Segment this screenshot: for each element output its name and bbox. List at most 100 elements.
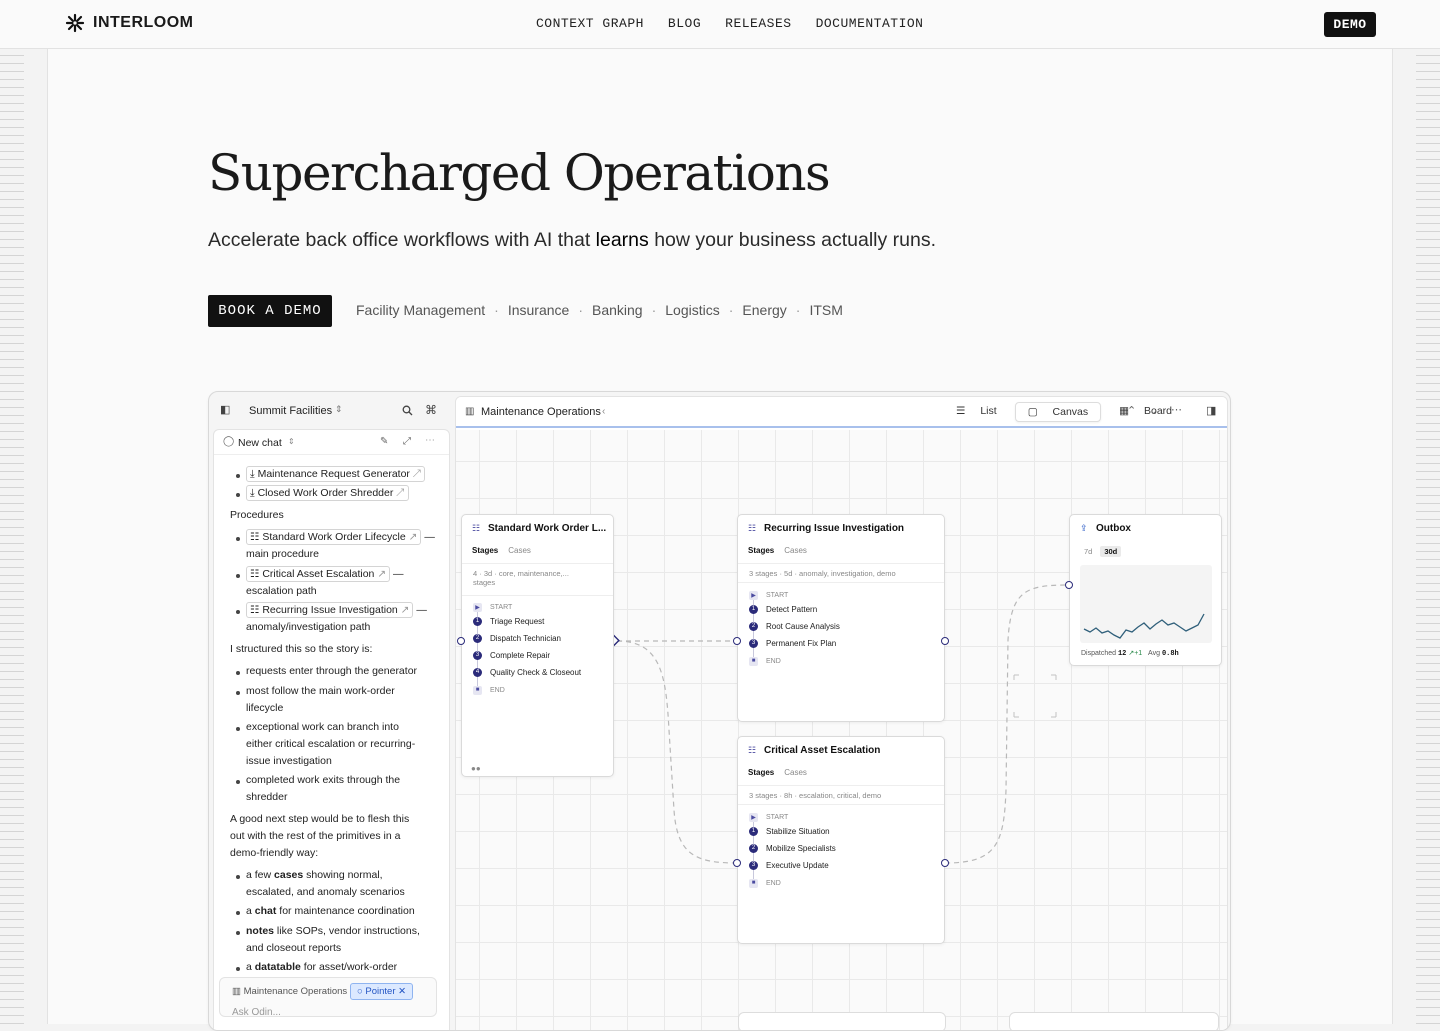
port-standard-in[interactable] bbox=[457, 637, 465, 645]
more-icon[interactable]: ⋯ bbox=[425, 436, 435, 446]
stage-item[interactable]: 3 Complete Repair bbox=[473, 649, 550, 661]
tab-stages[interactable]: Stages bbox=[748, 546, 774, 555]
brand-logo[interactable]: INTERLOOM bbox=[65, 13, 194, 33]
node-tabs: Stages Cases bbox=[748, 546, 807, 555]
node-meta: 3 stages · 5d · anomaly, investigation, … bbox=[738, 563, 944, 583]
tab-list[interactable]: ☰ List bbox=[944, 402, 1009, 422]
bullet bbox=[236, 671, 240, 675]
port-recurring-out[interactable] bbox=[941, 637, 949, 645]
chevron-up-icon[interactable]: ⌃ bbox=[1127, 406, 1136, 417]
workspace-bar: ◧ Summit Facilities ⇕ ⌘ bbox=[209, 392, 453, 430]
pointer-chip[interactable]: ○ Pointer ✕ bbox=[350, 983, 414, 1000]
tab-stages[interactable]: Stages bbox=[748, 768, 774, 777]
port-recurring-in[interactable] bbox=[733, 637, 741, 645]
stage-item[interactable]: 2 Root Cause Analysis bbox=[749, 620, 840, 632]
external-link-icon: ↗ bbox=[412, 468, 422, 480]
chat-composer[interactable]: ▥ Maintenance Operations ○ Pointer ✕ Ask… bbox=[219, 977, 437, 1018]
canvas-toolbar[interactable] bbox=[738, 1012, 946, 1030]
industry-item: Insurance bbox=[507, 302, 570, 318]
workflow-canvas[interactable]: ☷ Standard Work Order L... Stages Cases 4… bbox=[456, 430, 1227, 1030]
separator-dot: · bbox=[651, 302, 657, 318]
duration: 5d bbox=[784, 569, 793, 578]
dispatched-label: Dispatched bbox=[1081, 650, 1117, 657]
stage-item[interactable]: 1 Detect Pattern bbox=[749, 603, 817, 615]
more-icon[interactable]: ⋯ bbox=[1171, 405, 1182, 416]
node-title: Outbox bbox=[1096, 523, 1131, 534]
range-toggle: 7d 30d bbox=[1080, 546, 1122, 557]
bullet bbox=[236, 931, 240, 935]
stage-label: END bbox=[490, 686, 505, 694]
hero-subtitle: Accelerate back office workflows with AI… bbox=[208, 229, 936, 252]
text: showing normal, bbox=[303, 869, 383, 881]
avatars-icon: ●● bbox=[471, 764, 481, 773]
tab-cases[interactable]: Cases bbox=[508, 546, 531, 555]
story-item-cont: issue investigation bbox=[246, 755, 332, 767]
stage-item[interactable]: 1 Triage Request bbox=[473, 615, 544, 627]
nav-link-releases[interactable]: RELEASES bbox=[725, 16, 791, 31]
procedure-chip[interactable]: ☷ Recurring Issue Investigation ↗ bbox=[246, 602, 414, 618]
chevron-left-icon[interactable]: ‹ bbox=[602, 407, 605, 417]
range-30d[interactable]: 30d bbox=[1100, 546, 1122, 557]
range-7d[interactable]: 7d bbox=[1080, 546, 1096, 557]
node-standard-work-order[interactable]: ☷ Standard Work Order L... Stages Cases 4… bbox=[461, 514, 614, 777]
nav-link-blog[interactable]: BLOG bbox=[668, 16, 701, 31]
procedure-chip[interactable]: ☷ Critical Asset Escalation ↗ bbox=[246, 566, 391, 582]
external-link-icon: ↗ bbox=[400, 604, 410, 616]
stage-item[interactable]: 1 Stabilize Situation bbox=[749, 825, 830, 837]
chat-paragraph: A good next step would be to flesh this bbox=[230, 813, 410, 825]
tab-stages[interactable]: Stages bbox=[472, 546, 498, 555]
generator-chip[interactable]: ⤓ Maintenance Request Generator ↗ bbox=[246, 466, 426, 482]
chevron-updown-icon[interactable]: ⇕ bbox=[335, 405, 343, 414]
shredder-chip[interactable]: ⤓ Closed Work Order Shredder ↗ bbox=[246, 485, 409, 501]
next-item: a datatable for asset/work-order bbox=[246, 959, 397, 976]
composer-placeholder[interactable]: Ask Odin... bbox=[232, 1007, 281, 1018]
stage-count: 3 stages bbox=[749, 791, 778, 800]
stage-label: START bbox=[766, 591, 789, 599]
board-title[interactable]: Maintenance Operations bbox=[481, 406, 601, 418]
tab-label: Canvas bbox=[1052, 406, 1089, 418]
port-critical-out[interactable] bbox=[941, 859, 949, 867]
workspace-name[interactable]: Summit Facilities bbox=[249, 405, 332, 417]
bullet bbox=[236, 574, 240, 578]
stage-item[interactable]: 4 Quality Check & Closeout bbox=[473, 666, 581, 678]
close-icon[interactable]: ✕ bbox=[398, 986, 406, 997]
search-icon[interactable] bbox=[402, 405, 413, 416]
nav-link-context-graph[interactable]: CONTEXT GRAPH bbox=[536, 16, 644, 31]
tab-cases[interactable]: Cases bbox=[784, 546, 807, 555]
node-critical-asset[interactable]: ☷ Critical Asset Escalation Stages Cases … bbox=[737, 736, 945, 944]
stage-item[interactable]: 2 Dispatch Technician bbox=[473, 632, 561, 644]
command-icon[interactable]: ⌘ bbox=[425, 404, 437, 416]
chat-header: ◯ New chat ⇕ ✎ ⤢ ⋯ bbox=[214, 430, 449, 455]
stage-item[interactable]: 2 Mobilize Specialists bbox=[749, 842, 836, 854]
stage-label: Stabilize Situation bbox=[766, 826, 830, 836]
node-recurring-issue[interactable]: ☷ Recurring Issue Investigation Stages Ca… bbox=[737, 514, 945, 722]
canvas-status-bar[interactable] bbox=[1009, 1012, 1219, 1030]
chat-bubble-icon: ◯ bbox=[223, 436, 235, 447]
tab-canvas[interactable]: ▢ Canvas bbox=[1014, 402, 1102, 422]
procedure-chip[interactable]: ☷ Standard Work Order Lifecycle ↗ bbox=[246, 529, 422, 545]
sidebar-toggle-icon[interactable]: ◧ bbox=[220, 405, 230, 416]
nav-link-documentation[interactable]: DOCUMENTATION bbox=[816, 16, 924, 31]
separator-dot: · bbox=[494, 302, 499, 318]
context-label: Maintenance Operations bbox=[243, 986, 348, 997]
text: a bbox=[246, 905, 255, 917]
expand-icon[interactable]: ⤢ bbox=[403, 437, 411, 447]
panel-toggle-icon[interactable]: ◨ bbox=[1206, 406, 1216, 417]
edit-icon[interactable]: ✎ bbox=[380, 437, 388, 447]
chat-title[interactable]: New chat bbox=[238, 437, 282, 449]
stage-label: END bbox=[766, 657, 781, 665]
node-title: Recurring Issue Investigation bbox=[764, 523, 905, 534]
chevron-down-icon[interactable]: ⌄ bbox=[1149, 406, 1158, 417]
book-demo-button[interactable]: BOOK A DEMO bbox=[208, 295, 332, 327]
port-critical-in[interactable] bbox=[733, 859, 741, 867]
demo-button[interactable]: DEMO bbox=[1324, 12, 1376, 37]
stage-item[interactable]: 3 Permanent Fix Plan bbox=[749, 637, 836, 649]
stage-number: 1 bbox=[749, 604, 758, 614]
tab-cases[interactable]: Cases bbox=[784, 768, 807, 777]
download-icon: ⤓ bbox=[250, 487, 255, 499]
stage-number: 4 bbox=[473, 667, 482, 677]
node-outbox[interactable]: ⇪ Outbox 7d 30d Dispatched 12 ↗+1 Avg 0. bbox=[1069, 514, 1222, 666]
port-outbox-in[interactable] bbox=[1065, 581, 1073, 589]
chevron-updown-icon[interactable]: ⇕ bbox=[288, 438, 295, 446]
stage-item[interactable]: 3 Executive Update bbox=[749, 859, 829, 871]
